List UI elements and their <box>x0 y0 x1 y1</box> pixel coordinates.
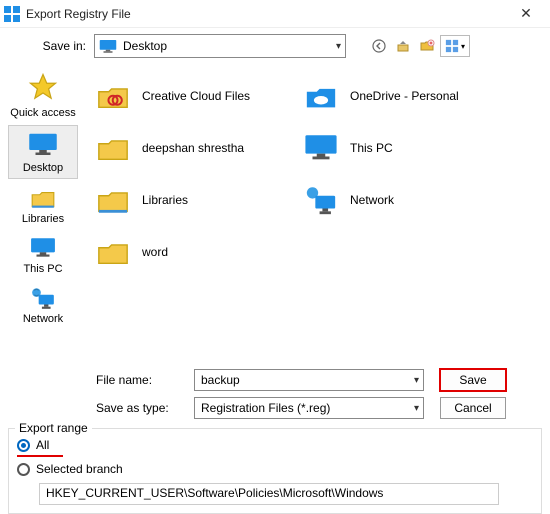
view-menu-button[interactable]: ▾ <box>440 35 470 57</box>
savein-label: Save in: <box>34 39 90 53</box>
export-range-group: Export range All Selected branch HKEY_CU… <box>8 428 542 514</box>
chevron-down-icon: ▾ <box>336 41 341 52</box>
file-word[interactable]: word <box>94 228 294 276</box>
save-button[interactable]: Save <box>440 369 506 391</box>
chevron-down-icon: ▾ <box>461 42 465 51</box>
savein-value: Desktop <box>123 39 167 53</box>
radio-all[interactable]: All <box>17 435 533 455</box>
close-button[interactable]: ✕ <box>506 0 546 28</box>
folder-libs-icon <box>94 181 132 219</box>
savein-dropdown[interactable]: Desktop ▾ <box>94 34 346 58</box>
file-network[interactable]: Network <box>302 176 502 224</box>
folder-icon <box>94 233 132 271</box>
monitor-icon <box>30 235 56 261</box>
chevron-down-icon: ▾ <box>414 375 419 386</box>
file-thispc[interactable]: This PC <box>302 124 502 172</box>
filename-input[interactable]: backup ▾ <box>194 369 424 391</box>
star-icon <box>28 72 58 105</box>
network-icon <box>302 181 340 219</box>
radio-selected-branch[interactable]: Selected branch <box>17 459 533 479</box>
highlight-underline <box>17 455 63 457</box>
place-libraries[interactable]: Libraries <box>8 181 78 229</box>
place-thispc[interactable]: This PC <box>8 231 78 279</box>
filename-label: File name: <box>96 373 188 387</box>
folder-creative-icon <box>94 77 132 115</box>
filetype-dropdown[interactable]: Registration Files (*.reg) ▾ <box>194 397 424 419</box>
place-network[interactable]: Network <box>8 281 78 329</box>
file-onedrive[interactable]: OneDrive - Personal <box>302 72 502 120</box>
libraries-icon <box>30 185 56 211</box>
cancel-button[interactable]: Cancel <box>440 397 506 419</box>
radio-on-icon <box>17 439 30 452</box>
network-icon <box>30 285 56 311</box>
places-bar: Quick access Desktop Libraries This PC N… <box>0 62 86 366</box>
branch-path-input[interactable]: HKEY_CURRENT_USER\Software\Policies\Micr… <box>39 483 499 505</box>
file-deepshan[interactable]: deepshan shrestha <box>94 124 294 172</box>
monitor-icon <box>99 39 117 53</box>
chevron-down-icon: ▾ <box>414 403 419 414</box>
file-creative-cloud[interactable]: Creative Cloud Files <box>94 72 294 120</box>
window-title: Export Registry File <box>26 7 131 21</box>
place-desktop[interactable]: Desktop <box>8 125 78 179</box>
up-button[interactable] <box>392 35 414 57</box>
folder-icon <box>94 129 132 167</box>
file-libraries[interactable]: Libraries <box>94 176 294 224</box>
new-folder-button[interactable] <box>416 35 438 57</box>
monitor-icon <box>28 130 58 160</box>
file-list-area[interactable]: Creative Cloud Files OneDrive - Personal… <box>86 62 550 366</box>
back-button[interactable] <box>368 35 390 57</box>
filetype-label: Save as type: <box>96 401 188 415</box>
savein-row: Save in: Desktop ▾ ▾ <box>0 28 550 62</box>
radio-off-icon <box>17 463 30 476</box>
place-quick-access[interactable]: Quick access <box>8 68 78 123</box>
thispc-icon <box>302 129 340 167</box>
export-range-legend: Export range <box>15 421 92 435</box>
regedit-icon <box>4 6 20 22</box>
title-bar: Export Registry File ✕ <box>0 0 550 28</box>
folder-onedrive-icon <box>302 77 340 115</box>
